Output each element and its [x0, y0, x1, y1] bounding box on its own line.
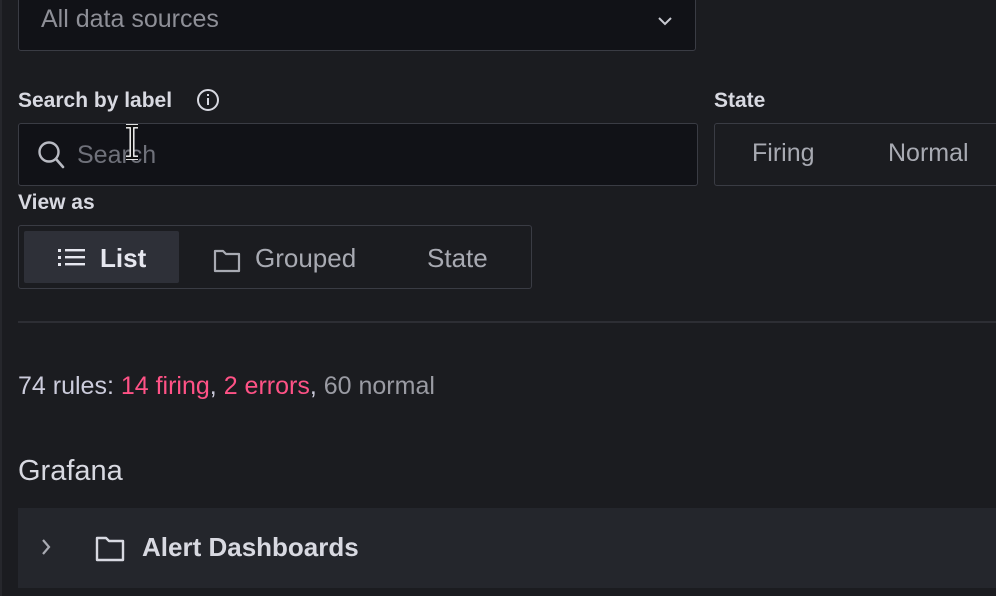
view-toggle: List Grouped State: [18, 225, 532, 289]
view-label: View as: [18, 191, 95, 214]
rules-summary: 74 rules: 14 firing, 2 errors, 60 normal: [18, 372, 435, 401]
summary-separator: ,: [309, 372, 324, 400]
folder-row[interactable]: Alert Dashboards: [18, 508, 996, 588]
search-input[interactable]: [75, 134, 669, 176]
folder-icon: [95, 534, 125, 567]
state-option-firing[interactable]: Firing: [752, 139, 815, 168]
state-label: State: [714, 89, 766, 112]
rules-count: 74 rules:: [18, 372, 121, 400]
search-icon: [37, 140, 65, 175]
divider: [18, 321, 996, 323]
list-icon: [58, 248, 86, 273]
view-option-state-label: State: [427, 243, 488, 273]
datasource-select-value: All data sources: [41, 5, 219, 33]
text-cursor-icon: [124, 123, 140, 165]
search-label: Search by label: [18, 89, 173, 112]
page-edge: [0, 0, 2, 596]
chevron-down-icon: [657, 13, 673, 31]
search-field[interactable]: [18, 123, 698, 186]
state-option-normal[interactable]: Normal: [888, 139, 969, 168]
chevron-right-icon[interactable]: [40, 538, 52, 561]
folder-name: Alert Dashboards: [142, 532, 359, 562]
view-option-grouped-label: Grouped: [255, 243, 357, 273]
info-icon[interactable]: [196, 88, 220, 117]
normal-count: 60 normal: [323, 372, 435, 400]
section-title-grafana: Grafana: [18, 455, 123, 487]
view-option-grouped[interactable]: Grouped: [189, 231, 389, 283]
view-option-list[interactable]: List: [24, 231, 179, 283]
firing-count: 14 firing: [120, 372, 210, 400]
view-option-list-label: List: [100, 243, 147, 273]
folder-icon: [213, 247, 241, 278]
summary-separator: ,: [209, 372, 224, 400]
view-option-state[interactable]: State: [405, 231, 525, 283]
datasource-select[interactable]: All data sources: [18, 0, 696, 51]
state-filter: Firing Normal: [714, 123, 996, 186]
errors-count: 2 errors: [223, 372, 310, 400]
